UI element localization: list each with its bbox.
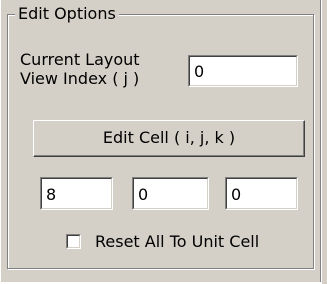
cell-j-input[interactable] xyxy=(135,180,206,207)
reset-unit-cell-checkbox[interactable] xyxy=(66,234,81,249)
cell-i-input[interactable] xyxy=(43,180,110,207)
cell-k-field[interactable] xyxy=(225,177,298,210)
cell-j-field[interactable] xyxy=(132,177,209,210)
panel-right-strip xyxy=(322,0,327,284)
panel-right-highlight xyxy=(321,0,322,284)
group-title: Edit Options xyxy=(15,4,119,24)
layout-view-index-field[interactable] xyxy=(188,55,298,87)
reset-unit-cell-label[interactable]: Reset All To Unit Cell xyxy=(95,232,259,251)
edit-cell-button[interactable]: Edit Cell ( i, j, k ) xyxy=(33,120,305,157)
layout-view-label-line2: View Index ( j ) xyxy=(20,69,140,88)
layout-view-index-input[interactable] xyxy=(191,58,295,84)
cell-i-field[interactable] xyxy=(40,177,113,210)
layout-view-label-line1: Current Layout xyxy=(20,50,140,69)
cell-k-input[interactable] xyxy=(228,180,295,207)
